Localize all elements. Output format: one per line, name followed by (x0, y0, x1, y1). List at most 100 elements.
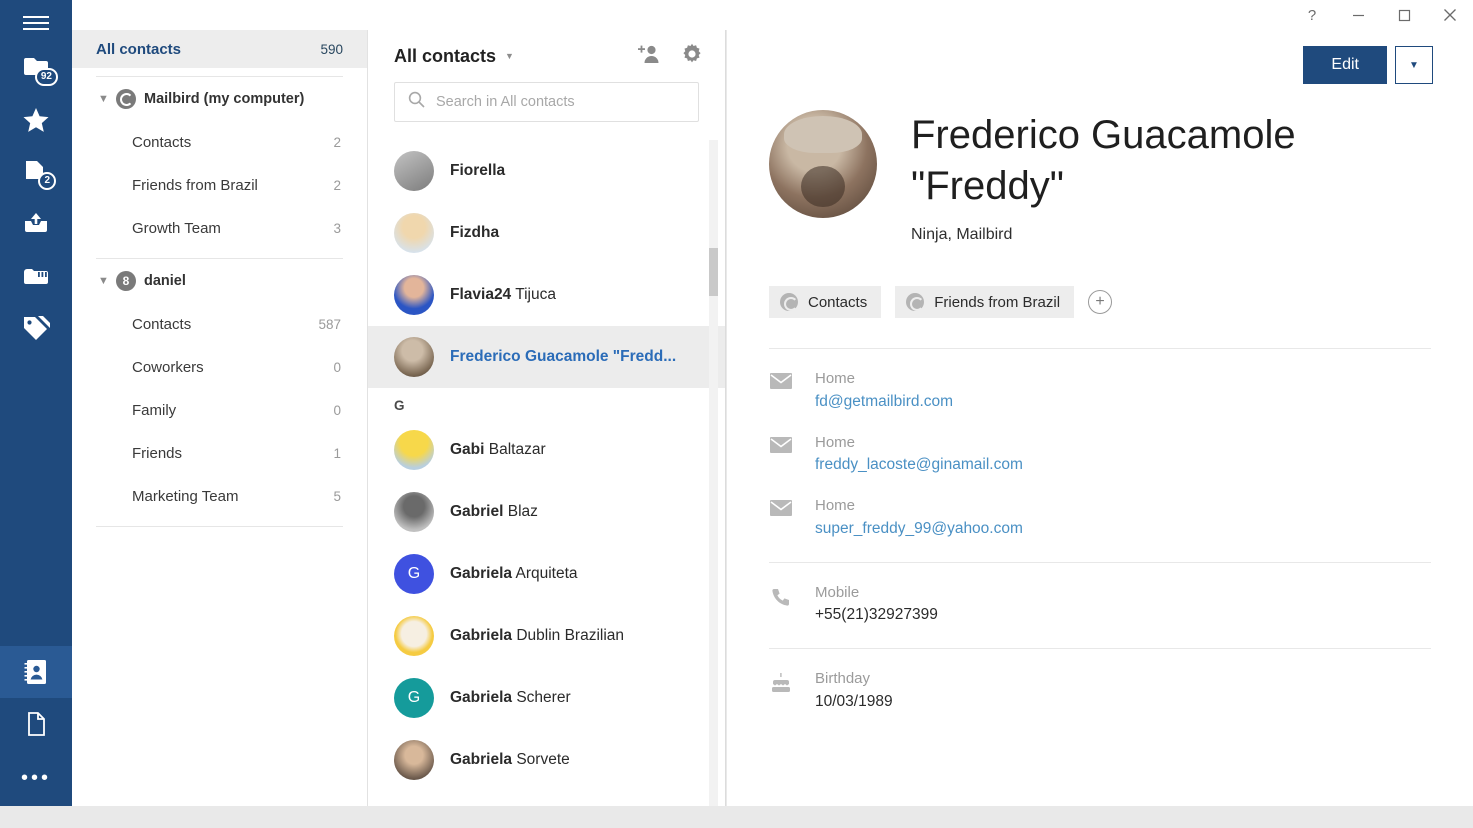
account-header-daniel[interactable]: ▼ 8 daniel (96, 259, 343, 303)
list-item[interactable]: Flavia24 Tijuca (368, 264, 725, 326)
add-group-icon[interactable]: + (1088, 290, 1112, 314)
list-item[interactable]: Gabi Baltazar (368, 419, 725, 481)
sidebar-item-contacts-daniel[interactable]: Contacts 587 (96, 303, 343, 346)
field-label: Birthday (815, 669, 893, 689)
close-button[interactable] (1427, 0, 1473, 30)
contact-name: Gabriela Dublin Brazilian (450, 627, 624, 645)
contact-avatar (769, 110, 877, 218)
avatar (394, 492, 434, 532)
contacts-icon[interactable] (0, 646, 72, 698)
sidebar-item-coworkers[interactable]: Coworkers 0 (96, 346, 343, 389)
folder-label: Friends (132, 445, 182, 462)
tags-icon[interactable] (0, 302, 72, 354)
menu-icon[interactable] (0, 4, 72, 42)
contact-list-scrollbar-thumb[interactable] (709, 248, 718, 296)
group-chip-friends-from-brazil[interactable]: Friends from Brazil (895, 286, 1074, 318)
list-section-header: G (368, 388, 725, 419)
field-value[interactable]: super_freddy_99@yahoo.com (815, 517, 1023, 540)
phone-icon (769, 583, 793, 607)
list-item[interactable]: G Gabriela Arquiteta (368, 543, 725, 605)
field-email-1[interactable]: Home fd@getmailbird.com (727, 349, 1473, 413)
account-header-mailbird[interactable]: ▼ Mailbird (my computer) (96, 77, 343, 121)
chevron-down-icon[interactable]: ▼ (98, 275, 108, 287)
inbox-icon[interactable]: 92 (0, 42, 72, 94)
minimize-button[interactable] (1335, 0, 1381, 30)
sidebar-item-friends[interactable]: Friends 1 (96, 432, 343, 475)
page-title: Frederico Guacamole "Freddy" (911, 110, 1371, 212)
contact-detail-pane: Edit ▼ Frederico Guacamole "Freddy" Ninj… (727, 30, 1473, 806)
folder-label: Friends from Brazil (132, 177, 258, 194)
folders-divider-3 (96, 526, 343, 527)
list-item-selected[interactable]: Frederico Guacamole "Fredd... (368, 326, 725, 388)
account-group-mailbird: ▼ Mailbird (my computer) Contacts 2 Frie… (72, 77, 367, 250)
search-box[interactable] (394, 82, 699, 122)
field-value[interactable]: fd@getmailbird.com (815, 390, 953, 413)
contact-name: Gabriela Scherer (450, 689, 571, 707)
favorites-icon[interactable] (0, 94, 72, 146)
gear-icon[interactable] (681, 43, 703, 70)
folder-label: Contacts (132, 316, 191, 333)
avatar: G (394, 554, 434, 594)
drafts-icon[interactable]: 2 (0, 146, 72, 198)
sidebar-item-all-contacts[interactable]: All contacts 590 (72, 30, 367, 68)
field-label: Home (815, 496, 1023, 516)
contact-list-title: All contacts (394, 46, 496, 67)
field-value[interactable]: 10/03/1989 (815, 690, 893, 713)
account-name: daniel (144, 273, 186, 289)
field-content: Home freddy_lacoste@ginamail.com (815, 433, 1023, 477)
contact-name: Gabriela Arquiteta (450, 565, 578, 583)
group-chip-contacts[interactable]: Contacts (769, 286, 881, 318)
folder-label: Coworkers (132, 359, 204, 376)
field-birthday[interactable]: Birthday 10/03/1989 (727, 649, 1473, 713)
mailbird-contacts-window: ? 92 (0, 0, 1473, 828)
add-contact-icon[interactable] (637, 44, 661, 69)
contact-identity: Frederico Guacamole "Freddy" Ninja, Mail… (911, 110, 1371, 244)
edit-button[interactable]: Edit (1303, 46, 1387, 84)
archive-icon[interactable] (0, 250, 72, 302)
sidebar-item-contacts[interactable]: Contacts 2 (96, 121, 343, 164)
avatar-initial: G (408, 689, 420, 707)
list-item[interactable]: Fiorella (368, 140, 725, 202)
folder-count: 0 (333, 360, 341, 375)
list-item[interactable]: Gabriela Dublin Brazilian (368, 605, 725, 667)
chip-label: Contacts (808, 294, 867, 311)
outbox-icon[interactable] (0, 198, 72, 250)
contact-name: Frederico Guacamole "Fredd... (450, 348, 676, 366)
list-item[interactable]: Fizdha (368, 202, 725, 264)
contact-list-header: All contacts ▼ (368, 30, 725, 82)
chevron-down-icon[interactable]: ▼ (98, 93, 108, 105)
notes-icon[interactable] (0, 698, 72, 750)
avatar (394, 151, 434, 191)
field-phone-mobile[interactable]: Mobile +55(21)32927399 (727, 563, 1473, 627)
all-contacts-label: All contacts (96, 41, 181, 58)
sidebar-item-growth-team[interactable]: Growth Team 3 (96, 207, 343, 250)
sidebar-item-friends-from-brazil[interactable]: Friends from Brazil 2 (96, 164, 343, 207)
list-item[interactable]: Gabriela Sorvete (368, 729, 725, 791)
contact-list-scrollbar-track[interactable] (709, 140, 718, 806)
folder-count: 587 (318, 317, 341, 332)
sidebar-item-family[interactable]: Family 0 (96, 389, 343, 432)
contact-name: Gabriela Sorvete (450, 751, 570, 769)
more-actions-button[interactable]: ▼ (1395, 46, 1433, 84)
contact-list-scroll: Fiorella Fizdha Flavia24 Tijuca Frederic… (368, 140, 725, 806)
sidebar-item-marketing-team[interactable]: Marketing Team 5 (96, 475, 343, 518)
field-value[interactable]: freddy_lacoste@ginamail.com (815, 453, 1023, 476)
avatar (394, 275, 434, 315)
folder-label: Family (132, 402, 176, 419)
search-input[interactable] (436, 94, 685, 110)
avatar-initial: G (408, 565, 420, 583)
list-item[interactable]: Gabriel Blaz (368, 481, 725, 543)
more-dots: ••• (21, 768, 51, 788)
folder-count: 2 (333, 135, 341, 150)
list-item[interactable]: G Gabriela Scherer (368, 667, 725, 729)
field-content: Home fd@getmailbird.com (815, 369, 953, 413)
field-email-3[interactable]: Home super_freddy_99@yahoo.com (727, 476, 1473, 540)
more-icon[interactable]: ••• (0, 750, 72, 806)
help-button[interactable]: ? (1289, 0, 1335, 30)
folder-count: 5 (333, 489, 341, 504)
field-email-2[interactable]: Home freddy_lacoste@ginamail.com (727, 413, 1473, 477)
field-value[interactable]: +55(21)32927399 (815, 603, 938, 626)
mail-icon (769, 433, 793, 453)
maximize-button[interactable] (1381, 0, 1427, 30)
chevron-down-icon[interactable]: ▼ (505, 51, 514, 61)
